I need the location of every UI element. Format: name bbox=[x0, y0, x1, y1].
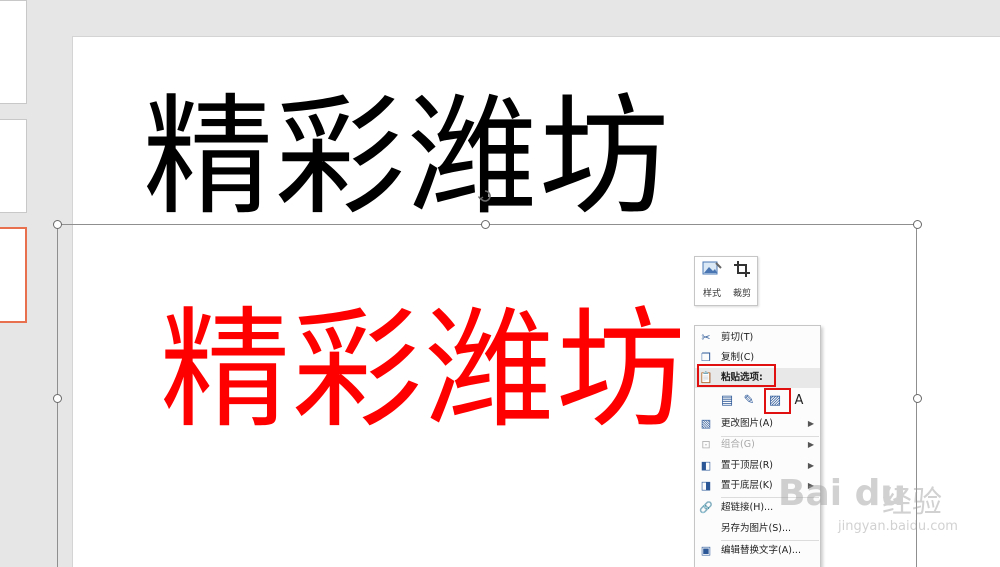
highlight-paste-options bbox=[697, 364, 776, 387]
menu-item-edit-alt-text-label: 编辑替换文字(A)... bbox=[721, 545, 801, 556]
submenu-arrow-icon: ▶ bbox=[807, 440, 814, 449]
send-to-back-icon: ◨ bbox=[700, 479, 712, 492]
crop-icon bbox=[728, 260, 756, 286]
alt-text-icon: ▣ bbox=[700, 544, 712, 557]
menu-item-cut-label: 剪切(T) bbox=[721, 332, 754, 343]
menu-item-change-picture-label: 更改图片(A) bbox=[721, 418, 773, 429]
menu-item-cut[interactable]: ✂ 剪切(T) bbox=[695, 328, 820, 348]
watermark-chinese: 经验 bbox=[882, 485, 942, 520]
slide-thumbnail-3-selected[interactable] bbox=[0, 227, 27, 323]
slide-thumbnail-2[interactable] bbox=[0, 119, 27, 213]
picture-style-icon bbox=[698, 260, 726, 286]
paste-keep-source-formatting-icon[interactable]: ✎ bbox=[739, 390, 759, 412]
resize-handle-top-right[interactable] bbox=[913, 220, 922, 229]
paste-use-destination-theme-icon[interactable]: ▤ bbox=[717, 390, 737, 412]
bring-to-front-icon: ◧ bbox=[700, 459, 712, 472]
resize-handle-top-middle[interactable] bbox=[481, 220, 490, 229]
menu-item-more[interactable]: ▦ bbox=[695, 562, 820, 567]
menu-item-send-to-back-label: 置于底层(K) bbox=[721, 480, 773, 491]
menu-item-group: ⊡ 组合(G) ▶ bbox=[695, 435, 820, 455]
crop-label: 裁剪 bbox=[732, 289, 751, 299]
submenu-arrow-icon: ▶ bbox=[807, 419, 814, 428]
mini-toolbar: 样式 裁剪 bbox=[694, 256, 758, 306]
crop-button[interactable]: 裁剪 bbox=[728, 260, 756, 304]
menu-item-copy-label: 复制(C) bbox=[721, 352, 755, 363]
scissors-icon: ✂ bbox=[701, 331, 711, 344]
resize-handle-top-left[interactable] bbox=[53, 220, 62, 229]
menu-item-hyperlink-label: 超链接(H)... bbox=[721, 502, 774, 513]
style-label: 样式 bbox=[702, 289, 721, 299]
style-button[interactable]: 样式 bbox=[698, 260, 726, 304]
resize-handle-middle-left[interactable] bbox=[53, 394, 62, 403]
menu-item-group-label: 组合(G) bbox=[721, 439, 755, 450]
resize-handle-middle-right[interactable] bbox=[913, 394, 922, 403]
group-icon: ⊡ bbox=[701, 438, 711, 451]
rotate-handle-icon[interactable] bbox=[478, 189, 492, 203]
baidu-jingyan-watermark: Bai du 经验 jingyan.baidu.com bbox=[778, 463, 978, 543]
menu-item-edit-alt-text[interactable]: ▣ 编辑替换文字(A)... bbox=[695, 541, 820, 561]
slide-title-black[interactable]: 精彩潍坊 bbox=[143, 92, 671, 222]
watermark-url: jingyan.baidu.com bbox=[838, 519, 958, 534]
paste-keep-text-only-icon[interactable]: A bbox=[789, 390, 809, 412]
slide-thumbnail-1[interactable] bbox=[0, 0, 27, 104]
copy-icon: ❐ bbox=[701, 351, 711, 364]
menu-item-change-picture[interactable]: ▧ 更改图片(A) ▶ bbox=[695, 414, 820, 434]
highlight-paste-as-picture bbox=[764, 388, 791, 414]
change-picture-icon: ▧ bbox=[700, 417, 712, 430]
hyperlink-icon: 🔗 bbox=[699, 501, 713, 514]
menu-item-bring-to-front-label: 置于顶层(R) bbox=[721, 460, 774, 471]
